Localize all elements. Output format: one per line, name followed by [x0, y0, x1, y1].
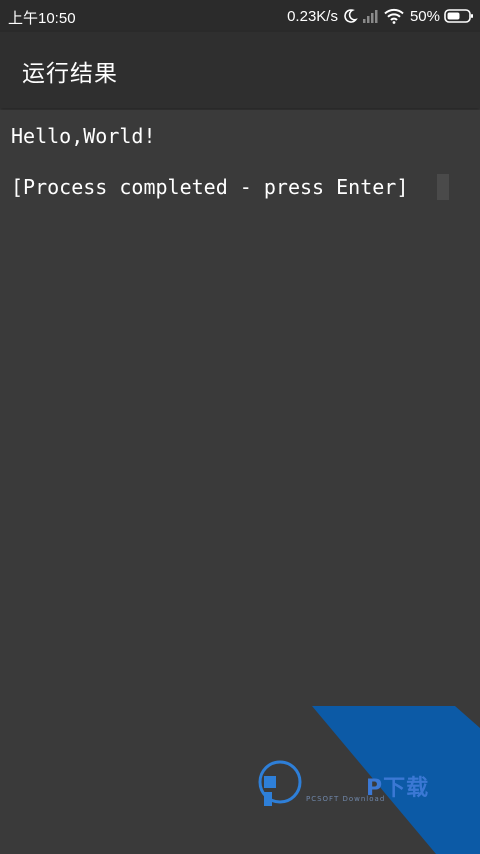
network-speed: 0.23K/s	[287, 7, 338, 25]
battery-icon	[444, 8, 474, 24]
watermark-subtext: PCSOFT Download	[306, 795, 386, 803]
status-bar: 上午10:50 0.23K/s 50%	[0, 0, 480, 32]
status-icons: 0.23K/s 50%	[287, 6, 474, 26]
status-time: 上午10:50	[8, 10, 76, 27]
app-screen: 上午10:50 0.23K/s 50% 运行结果 Hello,World! [P…	[0, 0, 480, 854]
app-bar: 运行结果	[0, 32, 480, 108]
terminal-line: [Process completed - press Enter]	[11, 175, 409, 199]
battery-percent: 50%	[409, 7, 440, 25]
wifi-icon	[384, 8, 404, 24]
watermark-logo-icon	[258, 760, 304, 814]
terminal-cursor	[437, 174, 449, 200]
page-title: 运行结果	[22, 61, 118, 87]
moon-icon	[342, 8, 358, 24]
signal-icon	[362, 8, 380, 24]
terminal-output[interactable]: Hello,World! [Process completed - press …	[0, 110, 480, 854]
terminal-line: Hello,World!	[11, 124, 156, 148]
